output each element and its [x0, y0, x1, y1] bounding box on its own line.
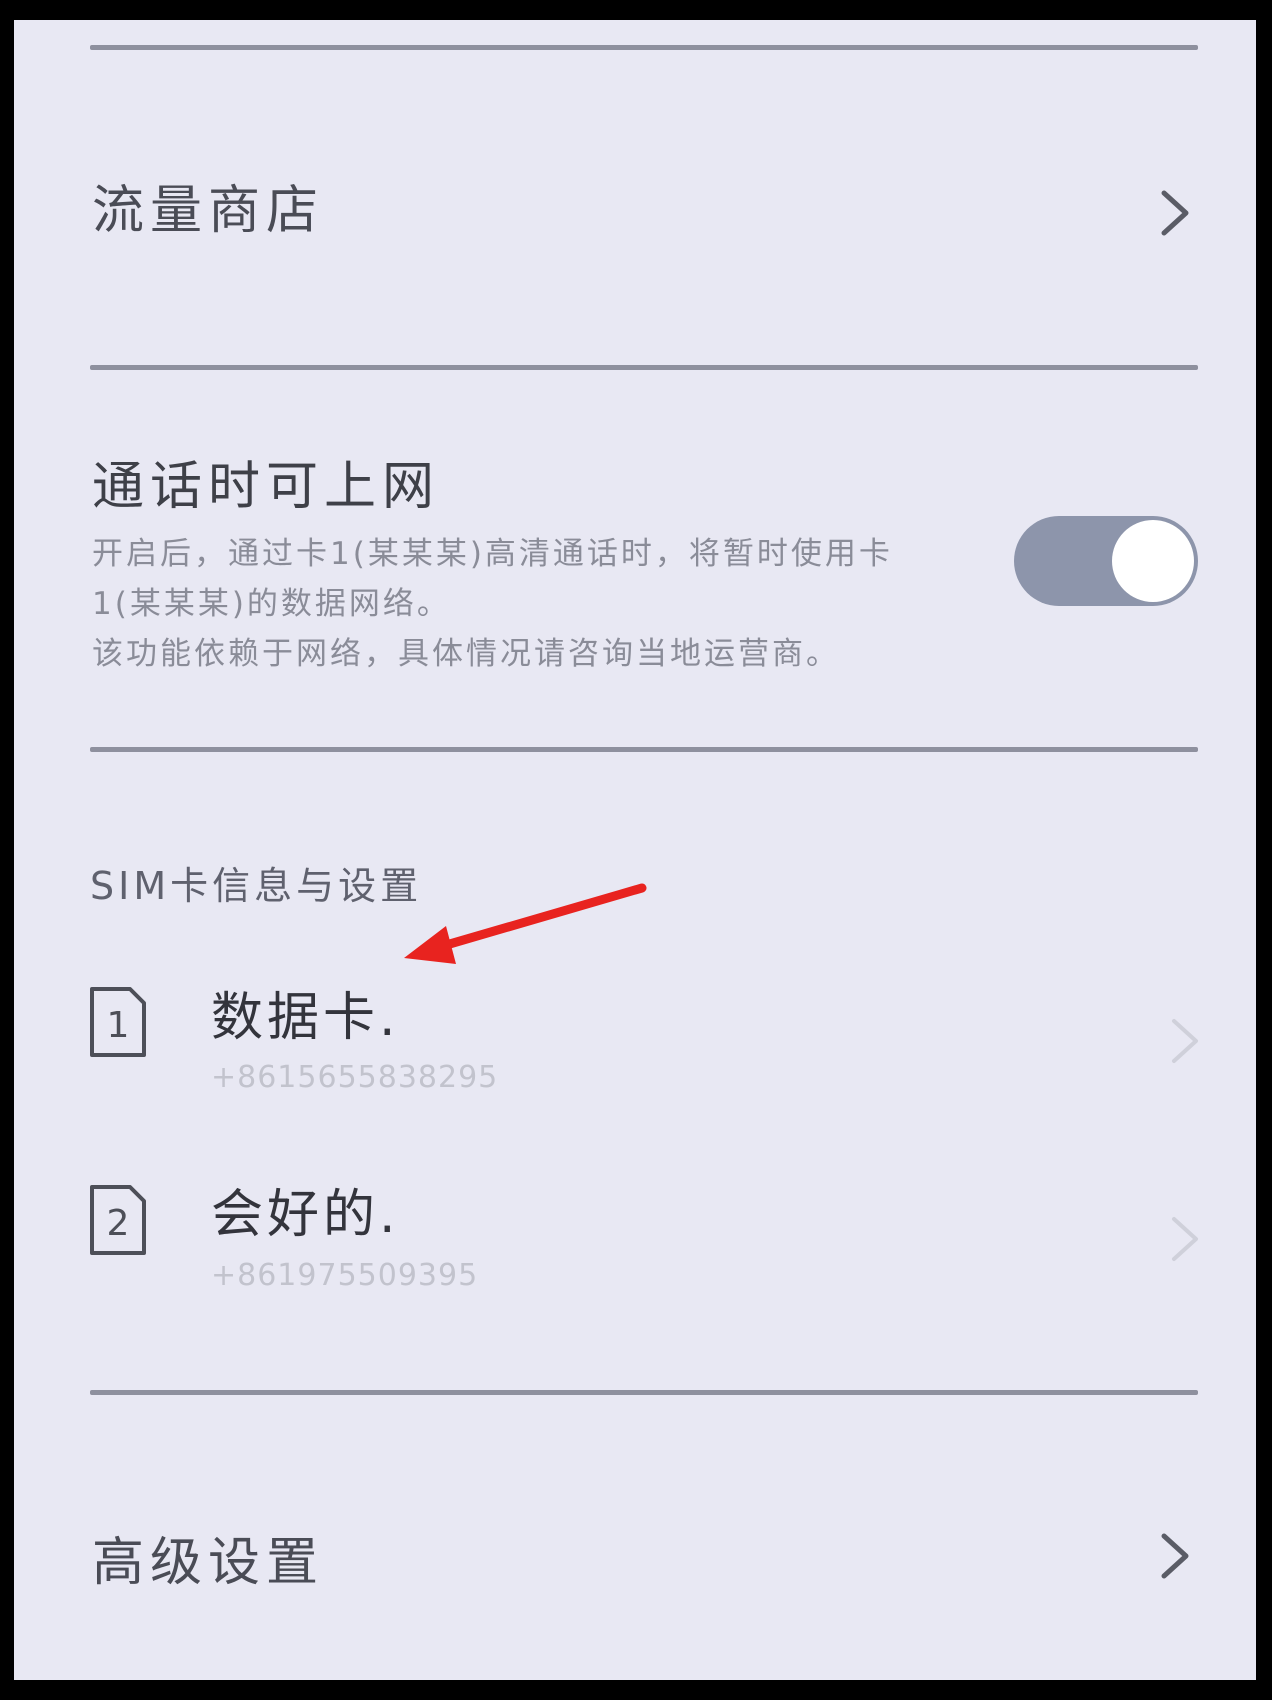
- sim-card-number: +861975509395: [211, 1258, 479, 1293]
- call-internet-description: 开启后，通过卡1(某某某)高清通话时，将暂时使用卡 1(某某某)的数据网络。 该…: [92, 529, 992, 679]
- chevron-right-icon: [1154, 1528, 1194, 1584]
- red-arrow-annotation: [394, 868, 654, 972]
- sim-card-name: 会好的.: [211, 1185, 400, 1245]
- sim-card-icon: 1: [88, 985, 148, 1059]
- traffic-store-label: 流量商店: [92, 181, 325, 241]
- advanced-settings-label: 高级设置: [92, 1533, 325, 1593]
- settings-screen: 流量商店 通话时可上网 开启后，通过卡1(某某某)高清通话时，将暂时使用卡 1(…: [14, 20, 1256, 1680]
- chevron-right-icon: [1164, 1211, 1204, 1267]
- sim-section-header: SIM卡信息与设置: [90, 864, 423, 908]
- sim-card-name: 数据卡.: [211, 988, 400, 1048]
- divider: [90, 45, 1198, 50]
- description-line: 开启后，通过卡1(某某某)高清通话时，将暂时使用卡: [92, 536, 893, 572]
- toggle-knob: [1112, 520, 1194, 602]
- description-line: 1(某某某)的数据网络。: [92, 586, 451, 622]
- sim-card-icon: 2: [88, 1183, 148, 1257]
- call-internet-title: 通话时可上网: [92, 457, 441, 517]
- sim-slot-number: 1: [107, 1005, 130, 1046]
- divider: [90, 365, 1198, 370]
- divider: [90, 747, 1198, 752]
- description-line: 该功能依赖于网络，具体情况请咨询当地运营商。: [92, 636, 840, 672]
- chevron-right-icon: [1154, 185, 1194, 241]
- chevron-right-icon: [1164, 1013, 1204, 1069]
- call-internet-toggle[interactable]: [1014, 516, 1198, 606]
- divider: [90, 1390, 1198, 1395]
- sim-card-number: +8615655838295: [211, 1060, 499, 1095]
- sim-slot-number: 2: [107, 1203, 130, 1244]
